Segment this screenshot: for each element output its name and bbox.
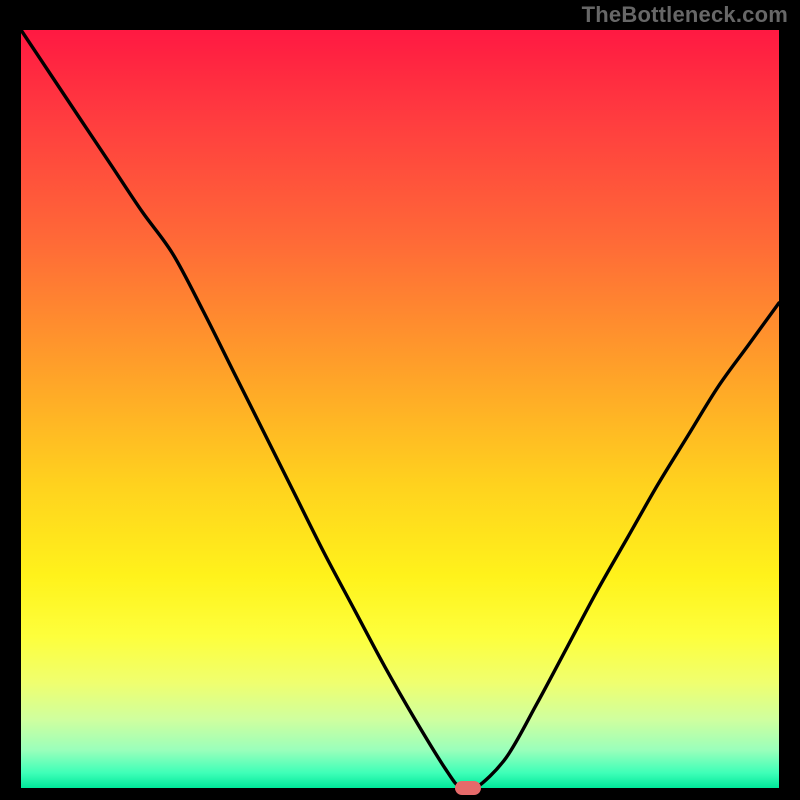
attribution-label: TheBottleneck.com — [582, 2, 788, 28]
curve-path — [21, 30, 779, 791]
bottleneck-curve — [21, 30, 779, 788]
chart-frame: TheBottleneck.com — [0, 0, 800, 800]
optimum-marker — [455, 781, 481, 795]
plot-area — [21, 30, 779, 788]
